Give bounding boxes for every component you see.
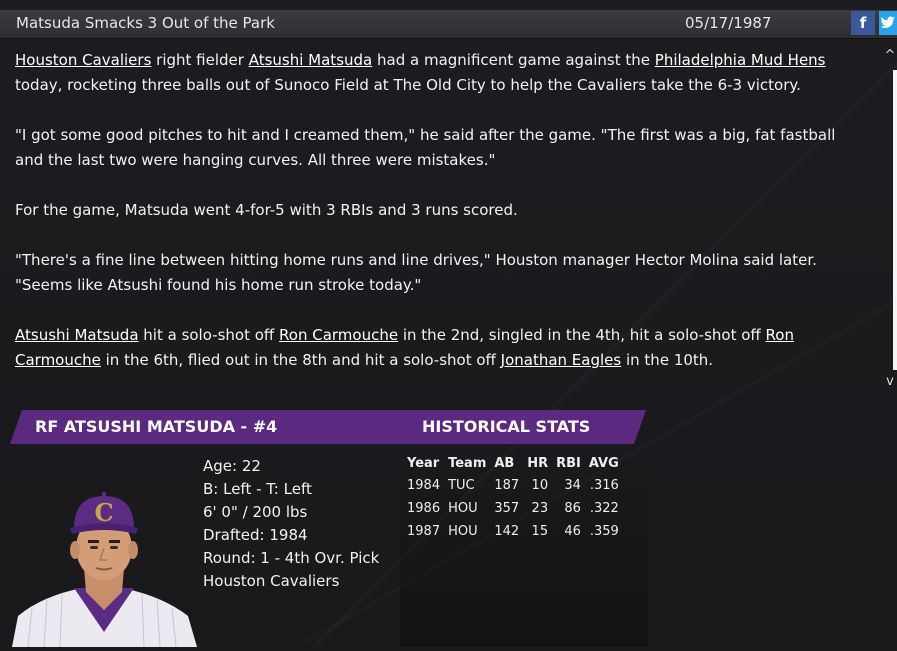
article-paragraph: "I got some good pitches to hit and I cr…: [15, 126, 836, 169]
article-paragraph: Atsushi Matsuda hit a solo-shot off Ron …: [15, 323, 855, 373]
player-name-heading[interactable]: RF ATSUSHI MATSUDA - #4: [35, 417, 277, 436]
table-cell: TUC: [448, 478, 475, 493]
table-cell: .322: [589, 501, 619, 516]
table-cell: 34: [564, 478, 581, 493]
article-paragraph: For the game, Matsuda went 4-for-5 with …: [15, 201, 518, 219]
column-header: RBI: [556, 455, 581, 471]
pitcher-link[interactable]: Ron Carmouche: [279, 326, 398, 344]
table-cell: 187: [494, 478, 520, 493]
table-cell: 23: [531, 501, 549, 516]
table-cell: 46: [564, 524, 581, 539]
table-cell: .359: [589, 524, 619, 539]
twitter-share-button[interactable]: [879, 11, 897, 35]
article-text: right fielder: [151, 51, 249, 69]
table-cell: .316: [589, 478, 619, 493]
table-cell: 1987: [407, 524, 441, 539]
article-text: today, rocketing three balls out of Suno…: [15, 76, 801, 94]
article-date: 05/17/1987: [685, 14, 772, 32]
historical-stats-heading: HISTORICAL STATS: [422, 417, 591, 436]
player-avatar-image: C: [12, 492, 197, 648]
table-cell: 357: [494, 501, 520, 516]
historical-stats-panel: Year Team AB HR RBI AVG 1984 TUC 187 10 …: [400, 448, 648, 647]
table-row: 1986 HOU 357 23 86 .322: [405, 497, 625, 520]
article-text: had a magnificent game against the: [372, 51, 655, 69]
article-paragraph: Houston Cavaliers right fielder Atsushi …: [15, 48, 855, 98]
table-cell: 10: [531, 478, 549, 493]
article-text: in the 10th.: [621, 351, 714, 369]
scrollbar-thumb[interactable]: [893, 70, 897, 370]
opponent-link[interactable]: Philadelphia Mud Hens: [655, 51, 826, 69]
column-header: AVG: [588, 455, 619, 471]
article-body: Houston Cavaliers right fielder Atsushi …: [15, 48, 855, 398]
historical-stats-table: Year Team AB HR RBI AVG 1984 TUC 187 10 …: [405, 452, 625, 543]
article-scrollbar[interactable]: ^ v: [883, 48, 897, 389]
team-link[interactable]: Houston Cavaliers: [15, 51, 151, 69]
article-header-bar: Matsuda Smacks 3 Out of the Park 05/17/1…: [0, 10, 897, 39]
scroll-up-icon[interactable]: ^: [883, 48, 897, 63]
table-cell: 86: [564, 501, 581, 516]
player-portrait: C: [12, 488, 197, 648]
scroll-down-icon[interactable]: v: [883, 374, 897, 389]
column-header: Year: [407, 455, 440, 471]
column-header: Team: [448, 455, 487, 471]
article-text: in the 6th, flied out in the 8th and hit…: [100, 351, 501, 369]
player-draft-round: Round: 1 - 4th Ovr. Pick: [203, 549, 380, 567]
player-team: Houston Cavaliers: [203, 572, 340, 590]
player-info: Age: 22 B: Left - T: Left 6' 0" / 200 lb…: [203, 455, 379, 593]
table-row: 1987 HOU 142 15 46 .359: [405, 520, 625, 543]
twitter-bird-icon: [880, 16, 895, 29]
table-cell: 142: [494, 524, 520, 539]
table-cell: 1984: [407, 478, 441, 493]
table-cell: HOU: [448, 524, 478, 539]
table-row: 1984 TUC 187 10 34 .316: [405, 474, 625, 497]
player-drafted: Drafted: 1984: [203, 526, 308, 544]
facebook-share-button[interactable]: f: [851, 11, 875, 35]
table-cell: HOU: [448, 501, 478, 516]
article-title: Matsuda Smacks 3 Out of the Park: [16, 14, 275, 32]
player-link[interactable]: Atsushi Matsuda: [249, 51, 373, 69]
article-text: hit a solo-shot off: [138, 326, 280, 344]
player-height-weight: 6' 0" / 200 lbs: [203, 503, 308, 521]
article-text: in the 2nd, singled in the 4th, hit a so…: [398, 326, 766, 344]
svg-text:C: C: [94, 498, 113, 527]
column-header: AB: [494, 455, 515, 471]
player-bats-throws: B: Left - T: Left: [203, 480, 312, 498]
player-link[interactable]: Atsushi Matsuda: [15, 326, 139, 344]
pitcher-link[interactable]: Jonathan Eagles: [501, 351, 622, 369]
player-banner: RF ATSUSHI MATSUDA - #4 HISTORICAL STATS: [10, 410, 646, 444]
table-header-row: Year Team AB HR RBI AVG: [405, 452, 625, 474]
article-paragraph: "There's a fine line between hitting hom…: [15, 251, 817, 294]
player-age: Age: 22: [203, 457, 261, 475]
column-header: HR: [527, 455, 549, 471]
table-cell: 15: [531, 524, 549, 539]
table-cell: 1986: [407, 501, 441, 516]
